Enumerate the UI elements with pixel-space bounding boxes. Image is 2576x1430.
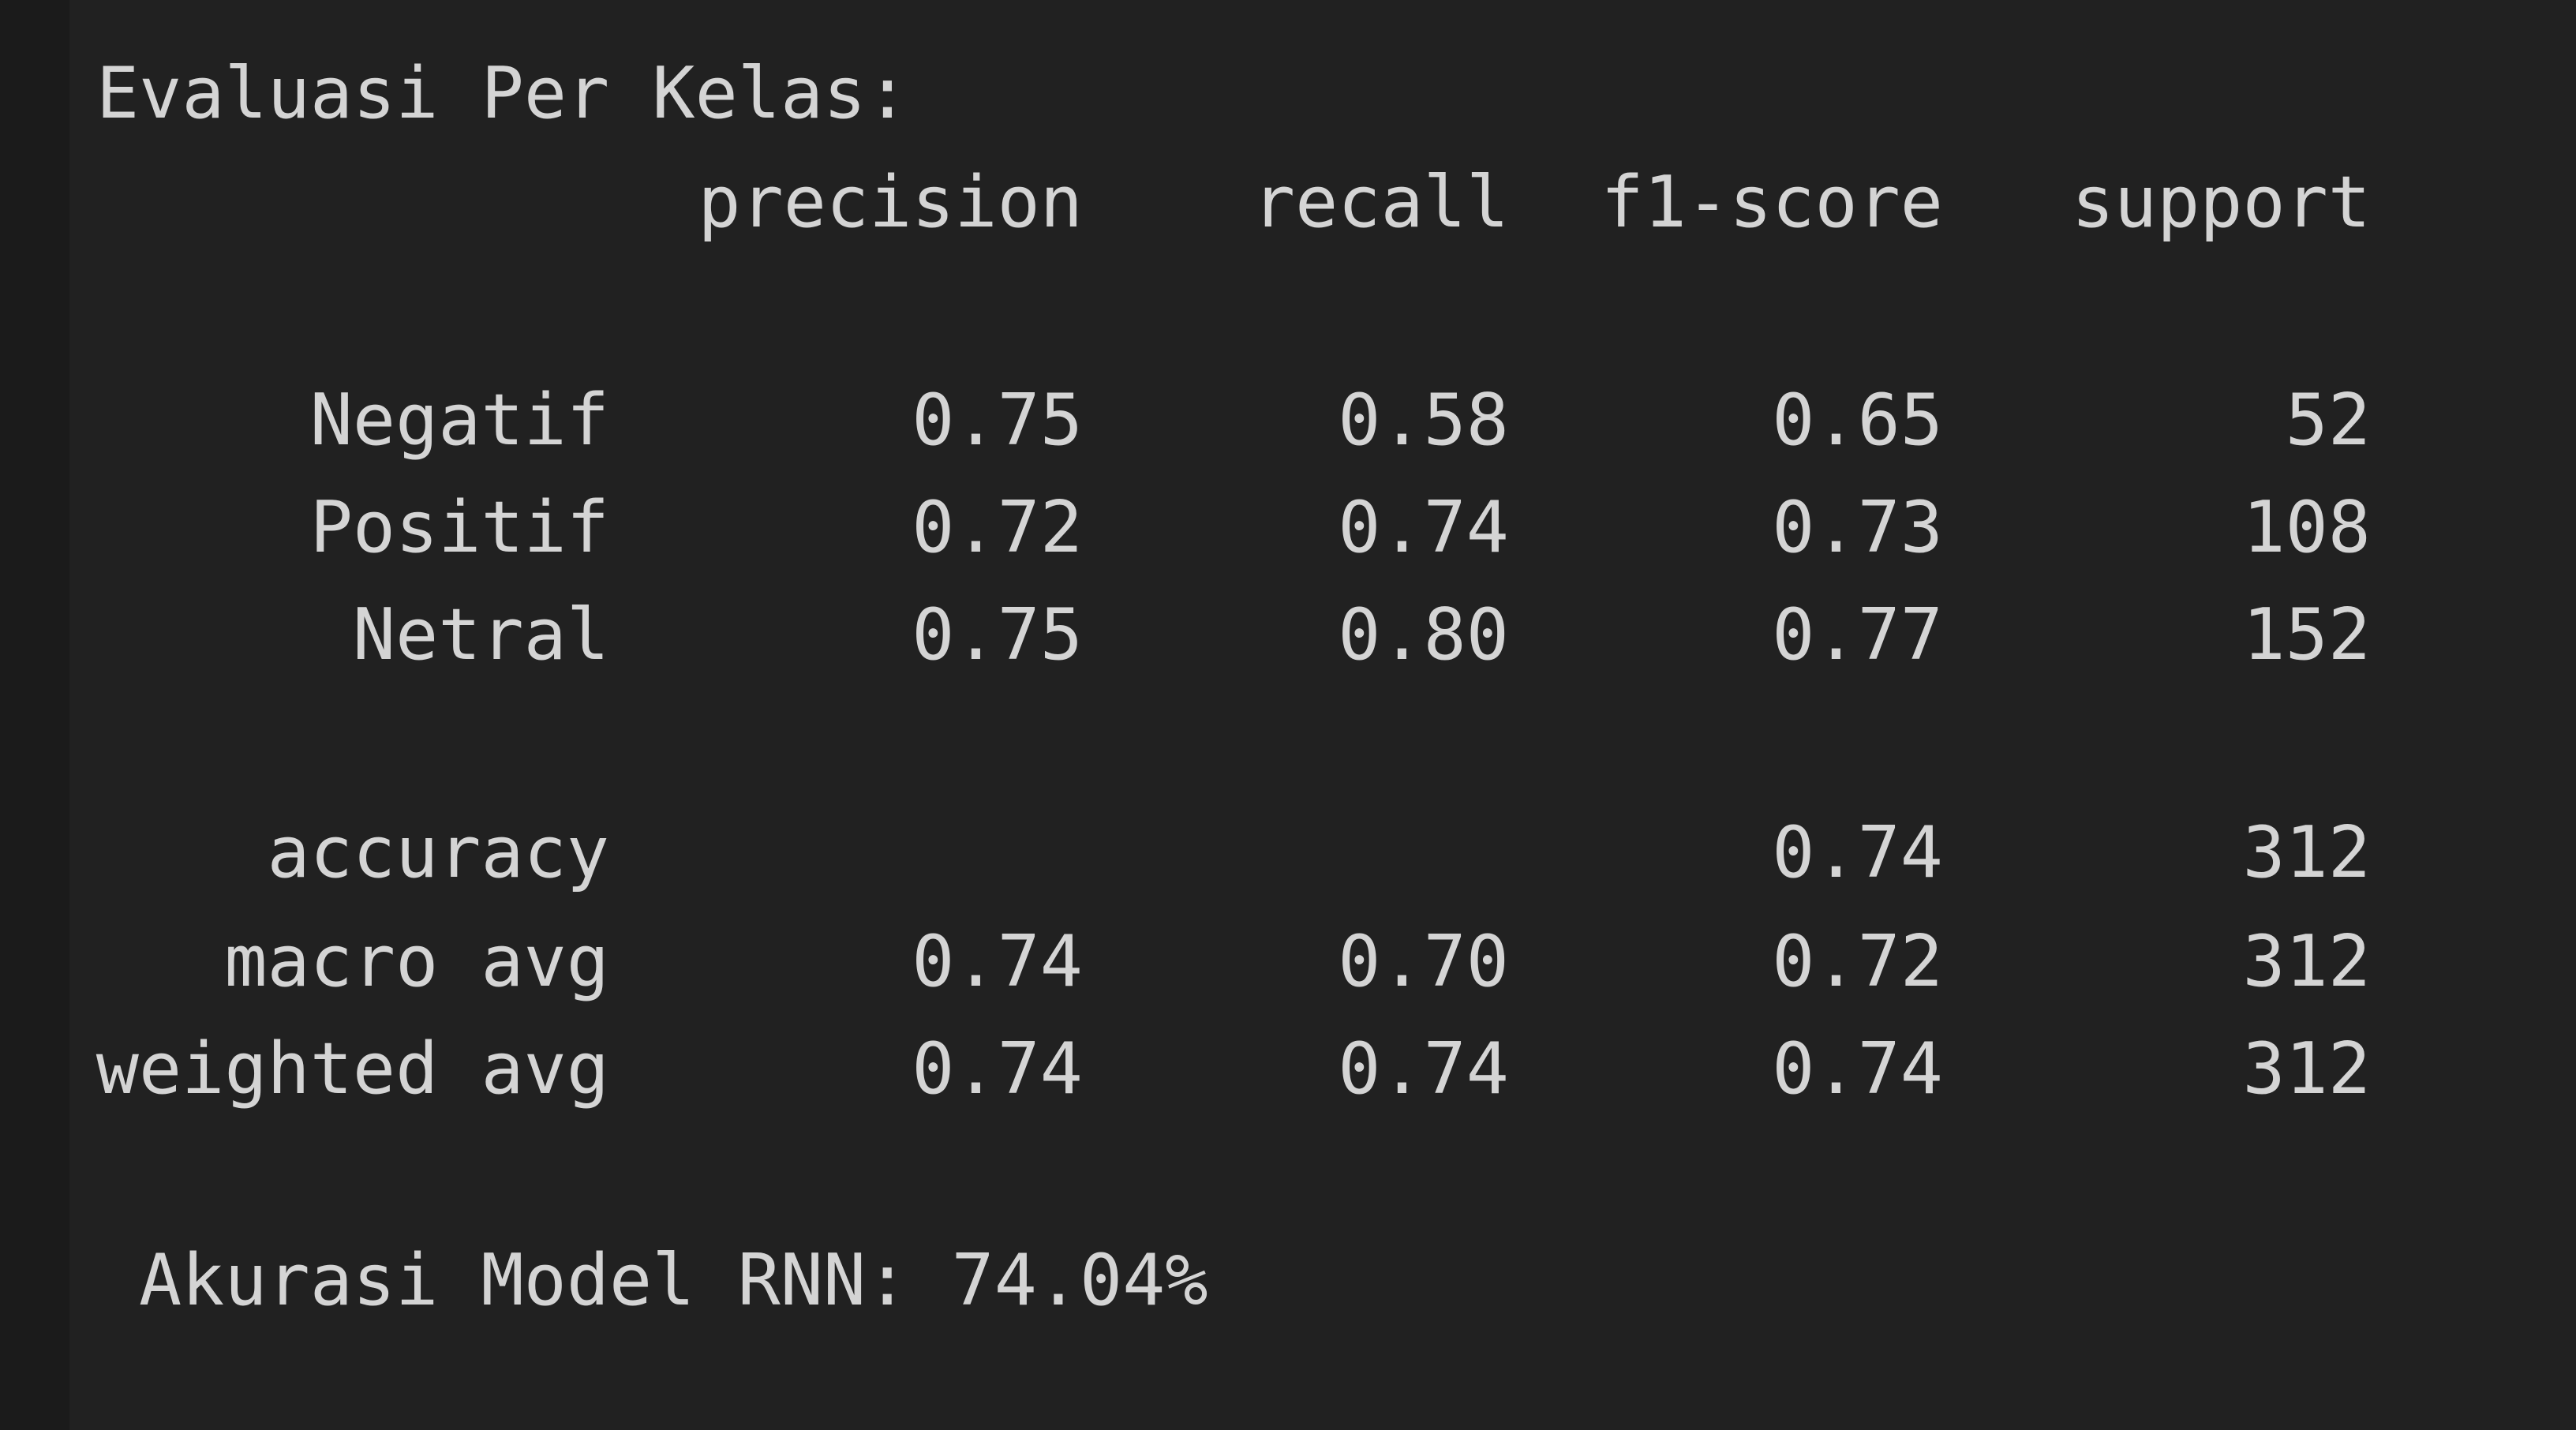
recall-value: 0.74	[1338, 1028, 1509, 1110]
precision-value: 0.75	[912, 593, 1083, 676]
precision-value: 0.75	[912, 379, 1083, 462]
output-gutter	[0, 0, 69, 1430]
row-label: Positif	[309, 486, 609, 569]
recall-value: 0.74	[1338, 486, 1509, 569]
precision-value: 0.72	[912, 486, 1083, 569]
recall-value: 0.70	[1338, 920, 1509, 1003]
f1-score-value: 0.74	[1772, 1028, 1943, 1110]
row-label: Netral	[352, 593, 609, 676]
row-label: Negatif	[309, 379, 609, 462]
support-value: 152	[2242, 593, 2371, 676]
f1-score-value: 0.65	[1772, 379, 1943, 462]
support-value: 312	[2242, 920, 2371, 1003]
f1-score-value: 0.73	[1772, 486, 1943, 569]
support-value: 52	[2285, 379, 2371, 462]
support-value: 108	[2242, 486, 2371, 569]
support-value: 312	[2242, 1028, 2371, 1110]
f1-score-value: 0.74	[1772, 811, 1943, 894]
precision-value: 0.74	[912, 920, 1083, 1003]
row-label: macro avg	[224, 920, 609, 1003]
precision-value: 0.74	[912, 1028, 1083, 1110]
f1-score-value: 0.72	[1772, 920, 1943, 1003]
model-accuracy-line: Akurasi Model RNN: 74.04%	[139, 1239, 1208, 1322]
report-title: Evaluasi Per Kelas:	[96, 52, 909, 135]
header-recall: recall	[1252, 161, 1509, 244]
f1-score-value: 0.77	[1772, 593, 1943, 676]
row-label: weighted avg	[95, 1028, 609, 1110]
recall-value: 0.80	[1338, 593, 1509, 676]
row-label: accuracy	[267, 811, 609, 894]
recall-value: 0.58	[1338, 379, 1509, 462]
support-value: 312	[2242, 811, 2371, 894]
notebook-output-screen: Evaluasi Per Kelas: precision recall f1-…	[0, 0, 2576, 1430]
header-precision: precision	[698, 161, 1083, 244]
header-support: support	[2071, 161, 2371, 244]
header-f1-score: f1-score	[1601, 161, 1943, 244]
